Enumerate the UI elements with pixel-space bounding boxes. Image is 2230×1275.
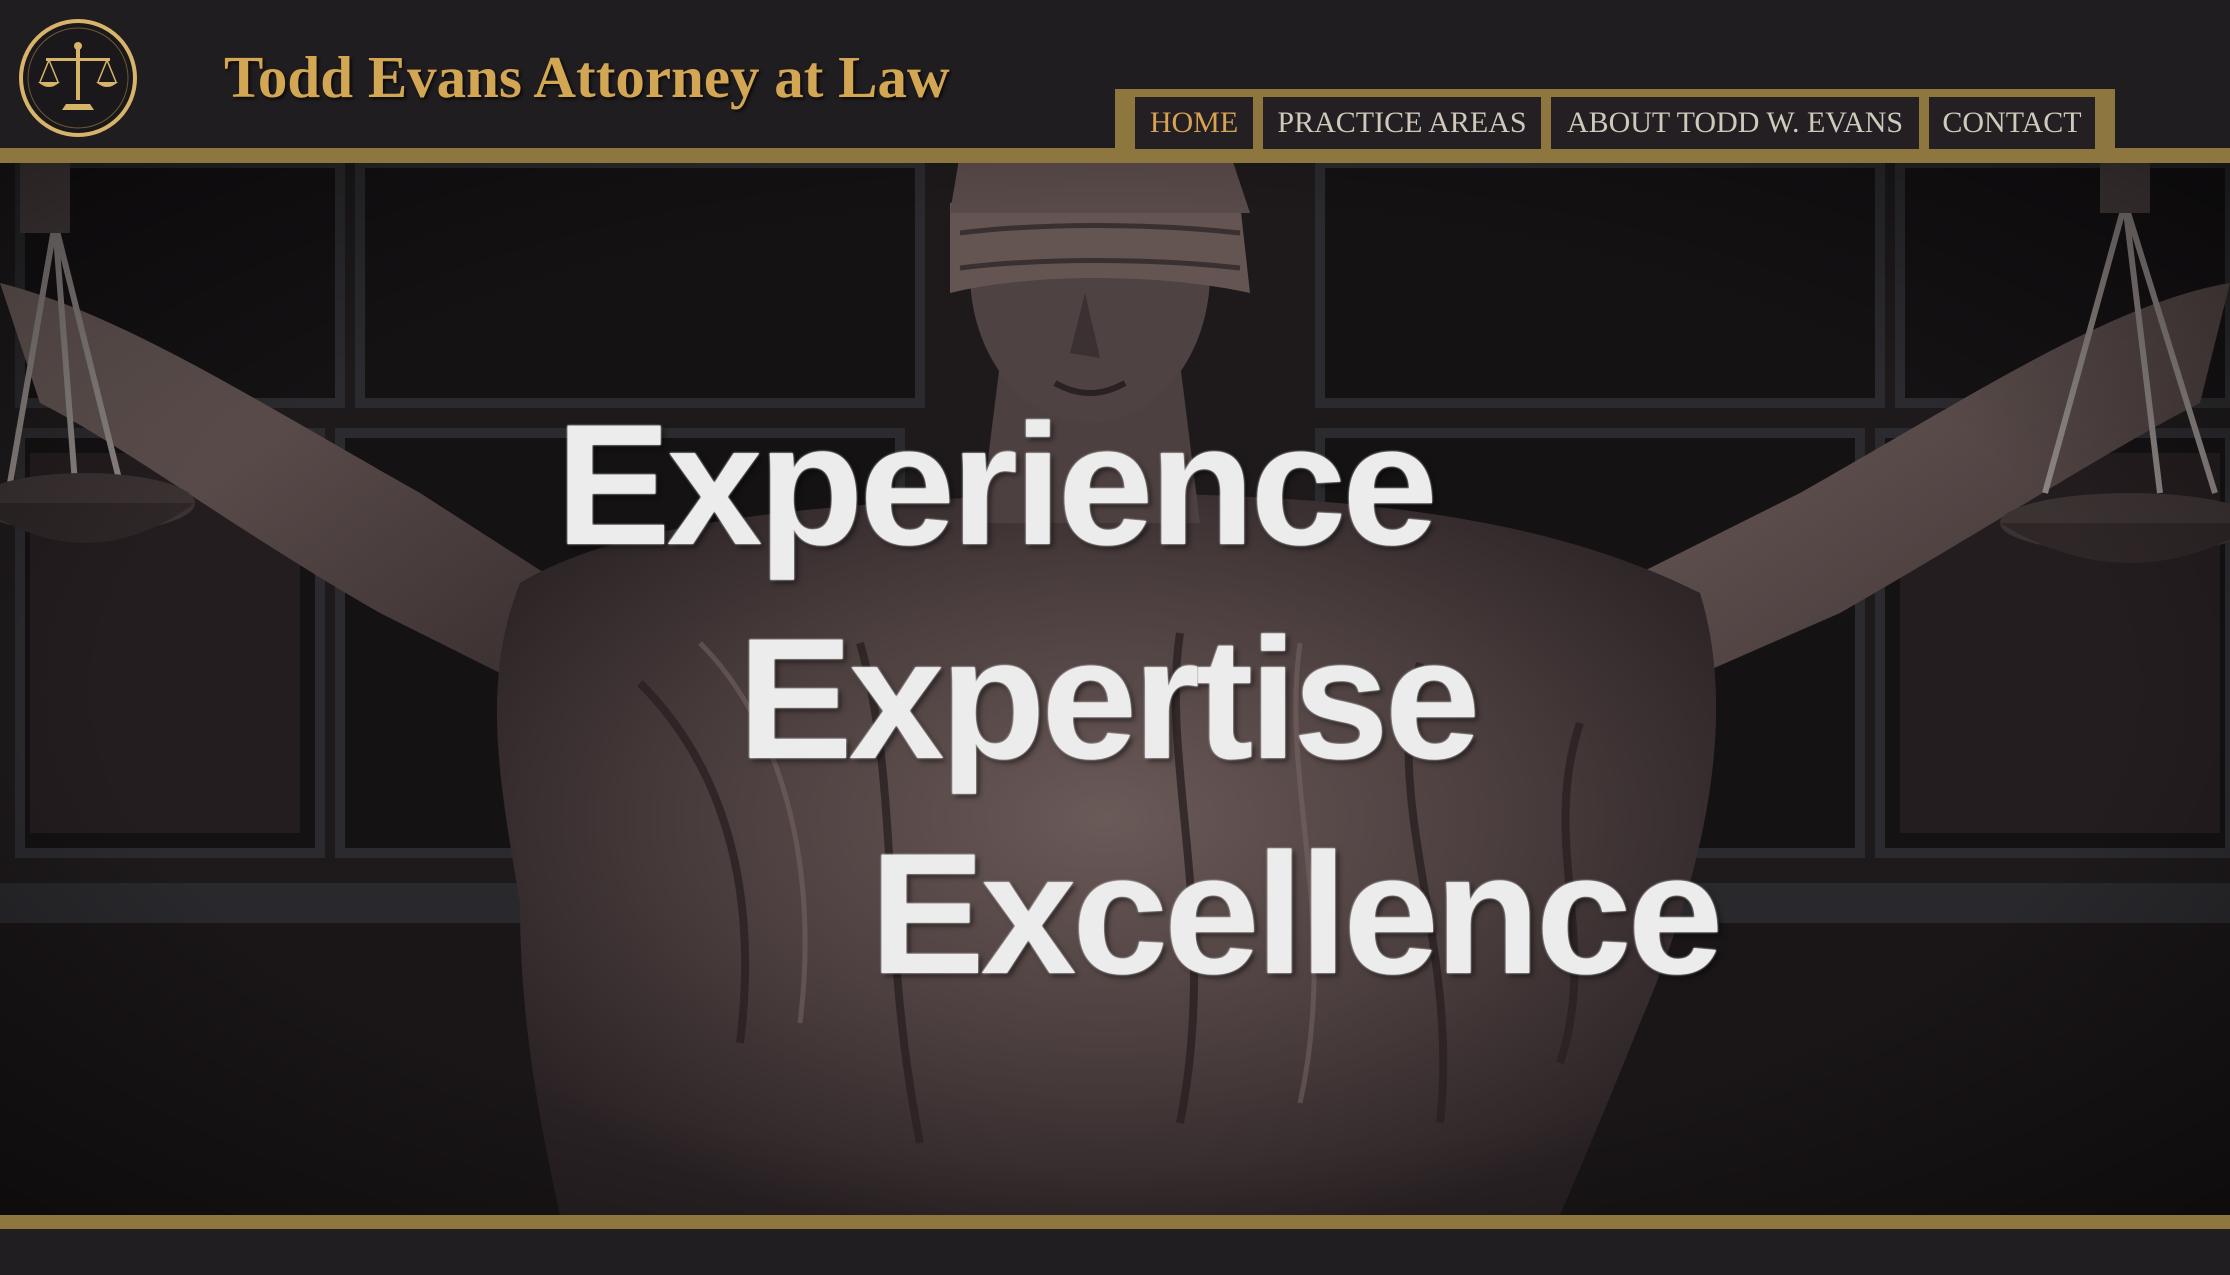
tagline-expertise: Expertise bbox=[738, 603, 1480, 795]
nav-item-about[interactable]: ABOUT TODD W. EVANS bbox=[1551, 97, 1919, 149]
scales-of-justice-icon[interactable] bbox=[18, 18, 138, 138]
nav-item-contact[interactable]: CONTACT bbox=[1929, 97, 2095, 149]
site-title[interactable]: Todd Evans Attorney at Law bbox=[224, 40, 950, 114]
nav-item-practice-areas[interactable]: PRACTICE AREAS bbox=[1263, 97, 1541, 149]
footer-strip bbox=[0, 1229, 2230, 1275]
hero-banner: Experience Expertise Excellence bbox=[0, 163, 2230, 1215]
tagline-excellence: Excellence bbox=[870, 818, 1723, 1010]
hero-bottom-divider bbox=[0, 1215, 2230, 1229]
main-nav: HOME PRACTICE AREAS ABOUT TODD W. EVANS … bbox=[1115, 89, 2115, 154]
nav-item-home[interactable]: HOME bbox=[1135, 97, 1253, 149]
tagline-experience: Experience bbox=[556, 389, 1438, 581]
